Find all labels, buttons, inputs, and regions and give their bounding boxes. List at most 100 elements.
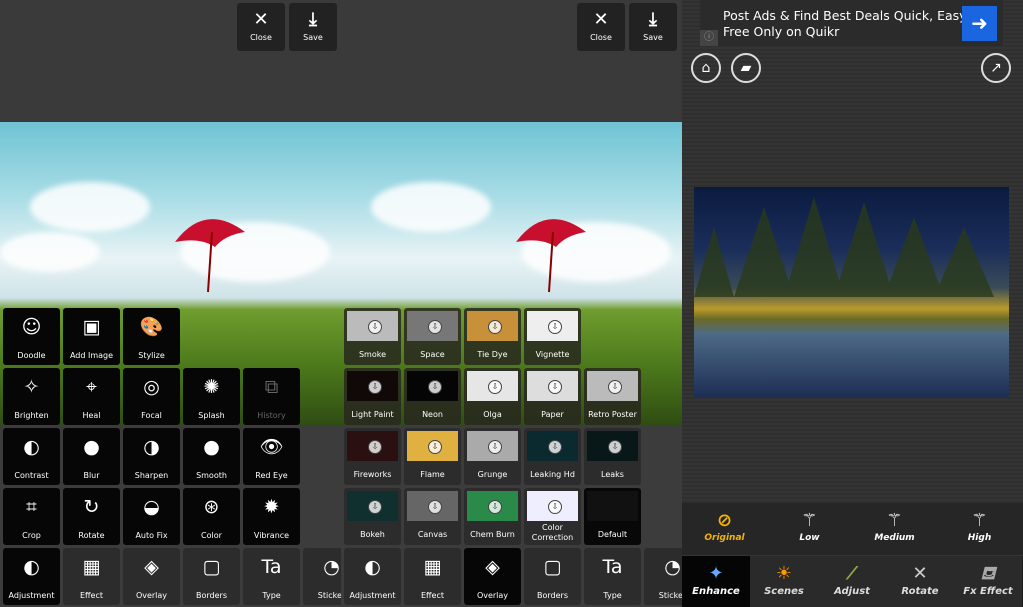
- overlay-neon[interactable]: ⇩ Neon: [404, 368, 461, 425]
- adjustment-icon: ◐: [23, 556, 40, 578]
- tab-borders[interactable]: ▢ Borders: [183, 548, 240, 605]
- save-button[interactable]: ⤓ Save: [629, 3, 677, 51]
- nav-adjust[interactable]: ⁄ Adjust: [818, 556, 886, 607]
- overlay-retro-poster[interactable]: ⇩ Retro Poster: [584, 368, 641, 425]
- enhance-levels-bar: ⊘ Original ⚚ Low ⚚ Medium ⚚ High: [682, 503, 1023, 555]
- tab-overlay[interactable]: ◈ Overlay: [464, 548, 521, 605]
- close-button[interactable]: ✕ Close: [577, 3, 625, 51]
- enhance-medium[interactable]: ⚚ Medium: [852, 503, 937, 543]
- overlay-paper[interactable]: ⇩ Paper: [524, 368, 581, 425]
- film-icon: ▦: [423, 556, 442, 578]
- tool-stylize[interactable]: 🎨 Stylize: [123, 308, 180, 365]
- overlay-thumbnail: ⇩: [347, 431, 398, 461]
- ad-info-icon[interactable]: ⓘ: [700, 30, 718, 46]
- sun-cloud-icon: ☀: [775, 563, 793, 584]
- overlay-default[interactable]: Default: [584, 488, 641, 545]
- download-icon: ⤓: [309, 9, 317, 30]
- tab-type[interactable]: Ta Type: [243, 548, 300, 605]
- tool-rotate[interactable]: ↻ Rotate: [63, 488, 120, 545]
- tab-adjustment[interactable]: ◐ Adjustment: [3, 548, 60, 605]
- overlay-thumbnail: ⇩: [467, 371, 518, 401]
- tool-heal[interactable]: ⌖ Heal: [63, 368, 120, 425]
- tab-effect[interactable]: ▦ Effect: [404, 548, 461, 605]
- tool-add-image[interactable]: ▣ Add Image: [63, 308, 120, 365]
- tool-red-eye[interactable]: 👁 Red Eye: [243, 428, 300, 485]
- nav-enhance[interactable]: ✦ Enhance: [682, 556, 750, 607]
- overlay-thumbnail: ⇩: [407, 371, 458, 401]
- download-icon: ⇩: [368, 440, 382, 454]
- overlay-vignette[interactable]: ⇩ Vignette: [524, 308, 581, 365]
- tab-adjustment[interactable]: ◐ Adjustment: [344, 548, 401, 605]
- overlay-thumbnail: ⇩: [527, 311, 578, 341]
- auto-fix-icon: ◒: [143, 496, 160, 518]
- tool-auto-fix[interactable]: ◒ Auto Fix: [123, 488, 180, 545]
- overlay-smoke[interactable]: ⇩ Smoke: [344, 308, 401, 365]
- rotate-icon: ↻: [83, 496, 100, 518]
- tool-color[interactable]: ⊛ Color: [183, 488, 240, 545]
- overlay-color-correction[interactable]: ⇩ Color Correction: [524, 488, 581, 545]
- overlay-thumbnail: ⇩: [527, 371, 578, 401]
- share-icon: ↗: [990, 60, 1002, 76]
- overlay-space[interactable]: ⇩ Space: [404, 308, 461, 365]
- tab-sticker[interactable]: ◔Sticker: [303, 548, 341, 605]
- overlay-chem-burn[interactable]: ⇩ Chem Burn: [464, 488, 521, 545]
- share-button[interactable]: ↗: [981, 53, 1011, 83]
- overlay-grunge[interactable]: ⇩ Grunge: [464, 428, 521, 485]
- overlay-light-paint[interactable]: ⇩ Light Paint: [344, 368, 401, 425]
- color-icon: ⊛: [203, 496, 220, 518]
- tool-doodle[interactable]: ☺ Doodle: [3, 308, 60, 365]
- magic-wand-icon: ✦: [708, 563, 724, 584]
- overlay-tie-dye[interactable]: ⇩ Tie Dye: [464, 308, 521, 365]
- enhance-original[interactable]: ⊘ Original: [682, 503, 767, 543]
- overlay-flame[interactable]: ⇩ Flame: [404, 428, 461, 485]
- tool-contrast[interactable]: ◐ Contrast: [3, 428, 60, 485]
- close-button[interactable]: ✕ Close: [237, 3, 285, 51]
- nav-scenes[interactable]: ☀ Scenes: [750, 556, 818, 607]
- tab-sticker[interactable]: ◔Sticker: [644, 548, 682, 605]
- tool-focal[interactable]: ◎ Focal: [123, 368, 180, 425]
- bottom-nav: ✦ Enhance ☀ Scenes ⁄ Adjust ✕ Rotate ⛾ Fx Effect: [682, 556, 1023, 607]
- open-folder-button[interactable]: ▰: [731, 53, 761, 83]
- tool-brighten[interactable]: ✧ Brighten: [3, 368, 60, 425]
- tool-splash[interactable]: ✺ Splash: [183, 368, 240, 425]
- tool-blur[interactable]: ● Blur: [63, 428, 120, 485]
- tool-vibrance[interactable]: ✹ Vibrance: [243, 488, 300, 545]
- sticker-icon: ◔: [323, 556, 340, 578]
- border-icon: ▢: [202, 556, 221, 578]
- ad-banner[interactable]: Post Ads & Find Best Deals Quick, Easy &…: [700, 0, 1003, 46]
- enhance-low[interactable]: ⚚ Low: [767, 503, 852, 543]
- tab-borders[interactable]: ▢ Borders: [524, 548, 581, 605]
- tab-effect[interactable]: ▦ Effect: [63, 548, 120, 605]
- tool-sharpen[interactable]: ◑ Sharpen: [123, 428, 180, 485]
- type-icon: Ta: [261, 556, 282, 578]
- overlay-thumbnail: ⇩: [467, 431, 518, 461]
- sharpen-icon: ◑: [143, 436, 160, 458]
- overlay-leaks[interactable]: ⇩ Leaks: [584, 428, 641, 485]
- save-button[interactable]: ⤓ Save: [289, 3, 337, 51]
- overlay-bokeh[interactable]: ⇩ Bokeh: [344, 488, 401, 545]
- ad-arrow-button[interactable]: ➜: [962, 6, 997, 41]
- layers-icon: ◈: [485, 556, 500, 578]
- tool-crop[interactable]: ⌗ Crop: [3, 488, 60, 545]
- nav-rotate[interactable]: ✕ Rotate: [886, 556, 954, 607]
- sticker-icon: ◔: [664, 556, 681, 578]
- nav-fx-effect[interactable]: ⛾ Fx Effect: [954, 556, 1022, 607]
- home-button[interactable]: ⌂: [691, 53, 721, 83]
- overlay-canvas[interactable]: ⇩ Canvas: [404, 488, 461, 545]
- photo-preview: [694, 187, 1009, 397]
- tab-type[interactable]: Ta Type: [584, 548, 641, 605]
- download-icon: ⇩: [368, 500, 382, 514]
- close-icon: ✕: [593, 9, 609, 30]
- tab-overlay[interactable]: ◈ Overlay: [123, 548, 180, 605]
- palette-icon: 🎨: [139, 316, 164, 338]
- rotate-icon: ✕: [912, 563, 928, 584]
- overlay-olga[interactable]: ⇩ Olga: [464, 368, 521, 425]
- overlay-leaking-hd[interactable]: ⇩ Leaking Hd: [524, 428, 581, 485]
- arrow-right-icon: ➜: [971, 11, 988, 35]
- tool-history[interactable]: ⧉ History: [243, 368, 300, 425]
- contrast-icon: ◐: [23, 436, 40, 458]
- tool-smooth[interactable]: ● Smooth: [183, 428, 240, 485]
- overlay-fireworks[interactable]: ⇩ Fireworks: [344, 428, 401, 485]
- umbrella-image: [516, 219, 586, 293]
- enhance-high[interactable]: ⚚ High: [937, 503, 1022, 543]
